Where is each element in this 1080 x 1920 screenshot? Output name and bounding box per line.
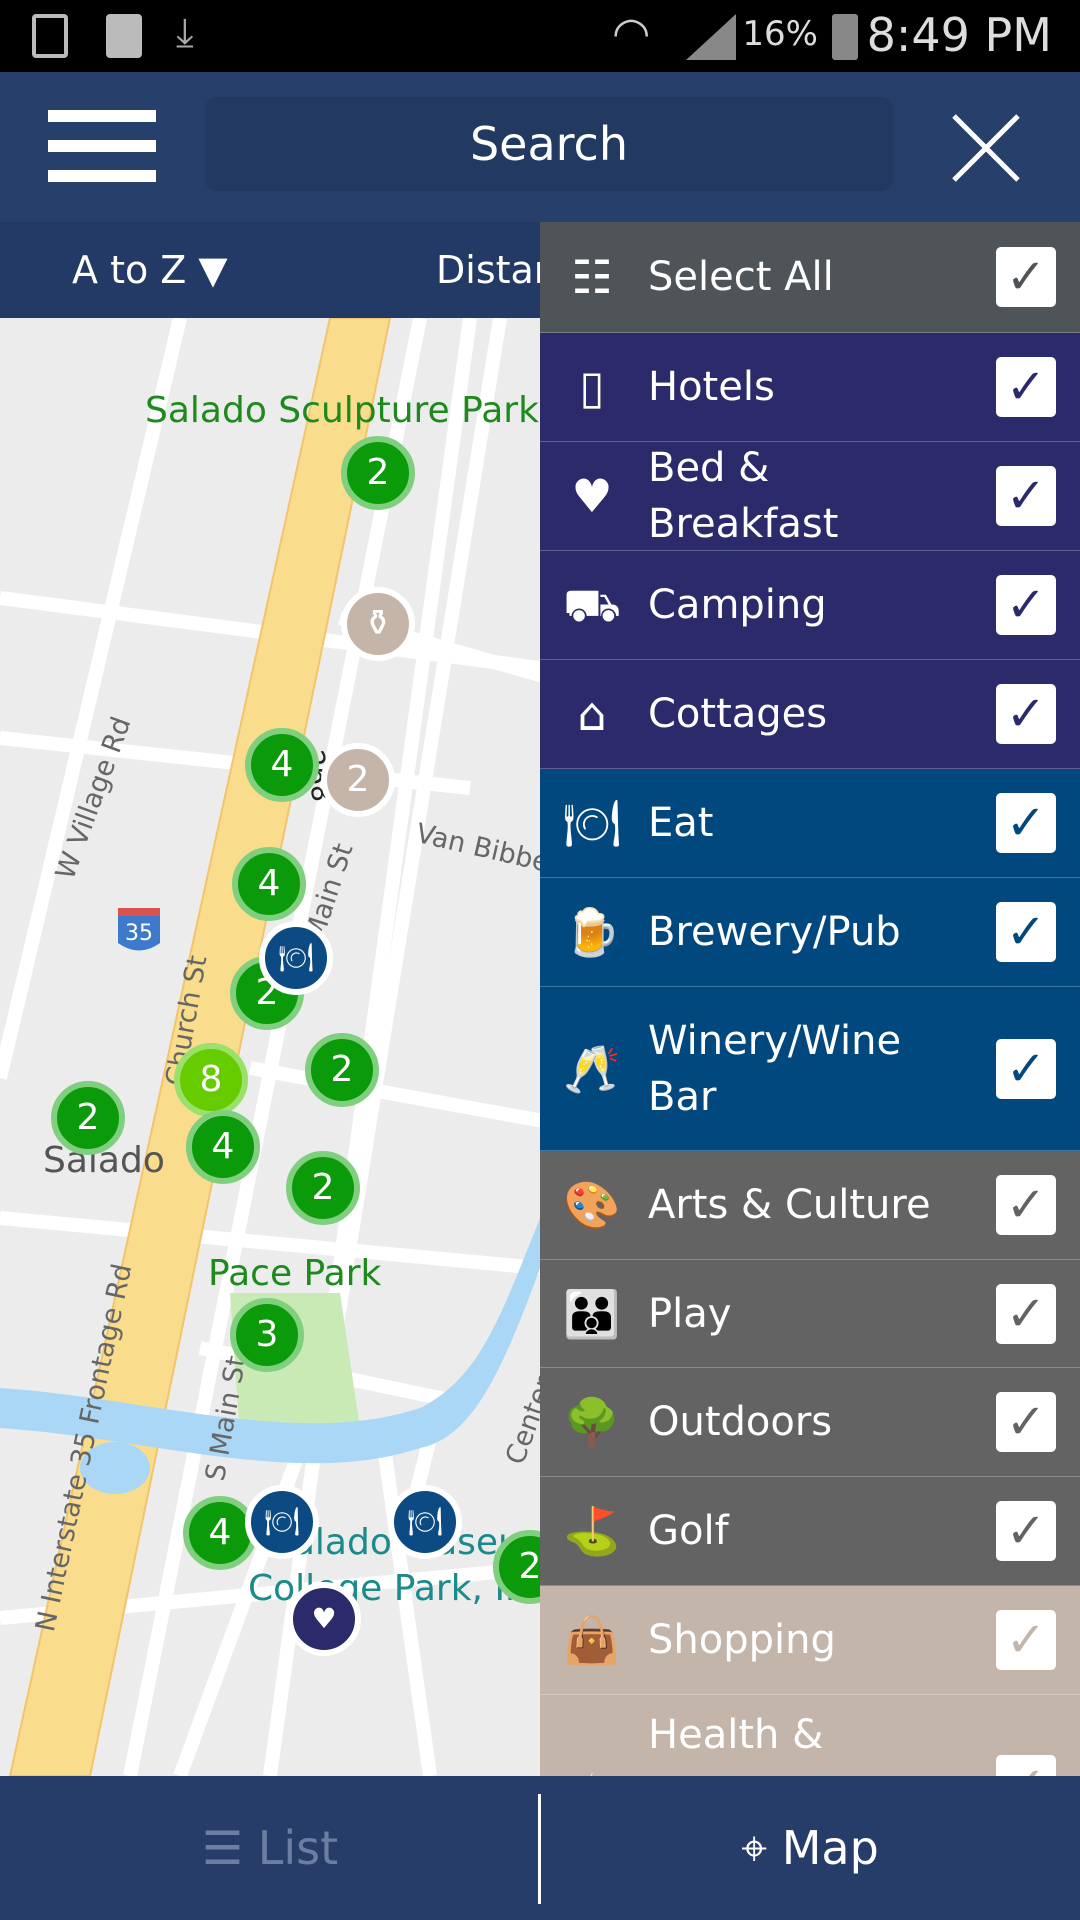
cluster-marker[interactable]: 8 — [174, 1043, 248, 1117]
cottage-icon: ⌂ — [577, 687, 607, 741]
filter-checkbox[interactable]: ✓ — [996, 1175, 1056, 1235]
signal-icon — [686, 14, 736, 60]
highway-shield-label: 35 — [125, 921, 153, 946]
category-filter-panel: ☷ Select All ✓ ▯ Hotels ✓ ♥ Bed & Breakfast ✓ ⛟ Ca… — [540, 222, 1080, 1776]
hamburger-icon[interactable] — [48, 110, 156, 182]
filter-label: Select All — [648, 254, 834, 300]
filter-item[interactable]: 🎨 Arts & Culture ✓ — [540, 1151, 1080, 1260]
filter-item[interactable]: 👪 Play ✓ — [540, 1260, 1080, 1368]
status-bar: ⤓ ◠ 16% 8:49 PM — [0, 0, 1080, 72]
filter-item[interactable]: 🥂 Winery/Wine Bar ✓ — [540, 987, 1080, 1151]
cluster-marker[interactable]: 2 — [321, 743, 395, 817]
filter-checkbox[interactable]: ✓ — [996, 247, 1056, 307]
cluster-marker[interactable]: 2 — [51, 1081, 125, 1155]
filter-item[interactable]: ▯ Hotels ✓ — [540, 333, 1080, 442]
filter-item[interactable]: ⌂ Cottages ✓ — [540, 660, 1080, 769]
filter-label: Golf — [648, 1508, 729, 1554]
plate-utensils-icon: 🍽 — [562, 796, 622, 850]
filter-item[interactable]: ♨ Health & ✓ — [540, 1695, 1080, 1776]
map-pin-icon: ⌖ — [741, 1821, 782, 1875]
list-icon: ☰ — [201, 1821, 258, 1875]
battery-charging-icon — [832, 14, 858, 60]
filter-checkbox[interactable]: ✓ — [996, 357, 1056, 417]
sim-error-icon — [106, 14, 142, 58]
app-header: Search — [0, 72, 1080, 222]
cluster-marker[interactable]: 4 — [232, 847, 306, 921]
family-icon: 👪 — [563, 1286, 621, 1341]
filter-checkbox[interactable]: ✓ — [996, 1755, 1056, 1776]
filter-item[interactable]: 👜 Shopping ✓ — [540, 1586, 1080, 1695]
filter-item[interactable]: 🍺 Brewery/Pub ✓ — [540, 878, 1080, 987]
filter-checkbox[interactable]: ✓ — [996, 1283, 1056, 1344]
filter-checkbox[interactable]: ✓ — [996, 1501, 1056, 1561]
filter-checkbox[interactable]: ✓ — [996, 902, 1056, 962]
filter-item[interactable]: ⛟ Camping ✓ — [540, 551, 1080, 660]
cluster-marker[interactable]: 2 — [286, 1151, 360, 1225]
list-edit-icon: ☷ — [571, 250, 613, 304]
door-hanger-icon: ▯ — [579, 360, 605, 414]
filter-item[interactable]: ⛳ Golf ✓ — [540, 1477, 1080, 1586]
filter-checkbox[interactable]: ✓ — [996, 575, 1056, 635]
palette-icon: 🎨 — [563, 1178, 621, 1232]
tab-list[interactable]: ☰ List — [0, 1776, 540, 1920]
filter-checkbox[interactable]: ✓ — [996, 1038, 1056, 1099]
plate-icon[interactable]: 🍽 — [259, 921, 333, 995]
cluster-marker[interactable]: 4 — [186, 1110, 260, 1184]
cluster-marker[interactable]: 2 — [305, 1033, 379, 1107]
spa-icon: ♨ — [562, 1760, 622, 1776]
beer-mug-icon: 🍺 — [563, 905, 621, 959]
filter-label: Camping — [648, 582, 827, 628]
filter-label: Winery/Wine Bar — [648, 1017, 902, 1120]
close-icon[interactable] — [950, 112, 1022, 184]
filter-checkbox[interactable]: ✓ — [996, 466, 1056, 526]
filter-label: Eat — [648, 800, 714, 846]
golf-tee-icon: ⛳ — [563, 1504, 621, 1558]
filter-label: Health & — [648, 1712, 824, 1758]
image-icon — [32, 14, 68, 58]
filter-item[interactable]: 🌳 Outdoors ✓ — [540, 1368, 1080, 1477]
sort-a-to-z-button[interactable]: A to Z ▼ — [72, 248, 228, 292]
filter-label: Brewery/Pub — [648, 909, 901, 955]
wifi-icon: ◠ — [612, 8, 651, 59]
filter-label: Outdoors — [648, 1399, 833, 1445]
keys-heart-icon[interactable]: ♥ — [287, 1582, 361, 1656]
filter-item[interactable]: 🍽 Eat ✓ — [540, 769, 1080, 878]
filter-item[interactable]: ☷ Select All ✓ — [540, 222, 1080, 333]
filter-item[interactable]: ♥ Bed & Breakfast ✓ — [540, 442, 1080, 551]
bottom-nav: ☰ List ⌖ Map — [0, 1776, 1080, 1920]
filter-checkbox[interactable]: ✓ — [996, 684, 1056, 744]
clock: 8:49 PM — [866, 8, 1052, 62]
plate-icon[interactable]: 🍽 — [388, 1485, 462, 1559]
filter-checkbox[interactable]: ✓ — [996, 1392, 1056, 1452]
keys-heart-icon: ♥ — [571, 469, 613, 523]
filter-label: Hotels — [648, 364, 775, 410]
map-label: Pace Park — [208, 1253, 382, 1294]
park-bench-icon: 🌳 — [563, 1395, 621, 1449]
wine-glasses-icon: 🥂 — [563, 1041, 621, 1096]
filter-checkbox[interactable]: ✓ — [996, 793, 1056, 853]
filter-checkbox[interactable]: ✓ — [996, 1610, 1056, 1670]
battery-percent: 16% — [742, 14, 818, 54]
vase-icon[interactable]: ⚱ — [341, 587, 415, 661]
download-icon: ⤓ — [176, 10, 194, 56]
tab-map[interactable]: ⌖ Map — [540, 1776, 1080, 1920]
filter-label: Arts & Culture — [648, 1182, 931, 1228]
cluster-marker[interactable]: 4 — [245, 728, 319, 802]
filter-label: Play — [648, 1290, 732, 1337]
plate-icon[interactable]: 🍽 — [245, 1485, 319, 1559]
shopping-bag-icon: 👜 — [563, 1613, 621, 1667]
cluster-marker[interactable]: 3 — [230, 1298, 304, 1372]
rv-icon: ⛟ — [563, 578, 621, 632]
cluster-marker[interactable]: 2 — [341, 436, 415, 510]
search-input[interactable]: Search — [205, 97, 893, 191]
map-label: Salado Sculpture Park — [145, 390, 539, 431]
filter-label: Shopping — [648, 1617, 836, 1663]
filter-label: Bed & Breakfast — [648, 445, 839, 547]
filter-label: Cottages — [648, 691, 828, 737]
